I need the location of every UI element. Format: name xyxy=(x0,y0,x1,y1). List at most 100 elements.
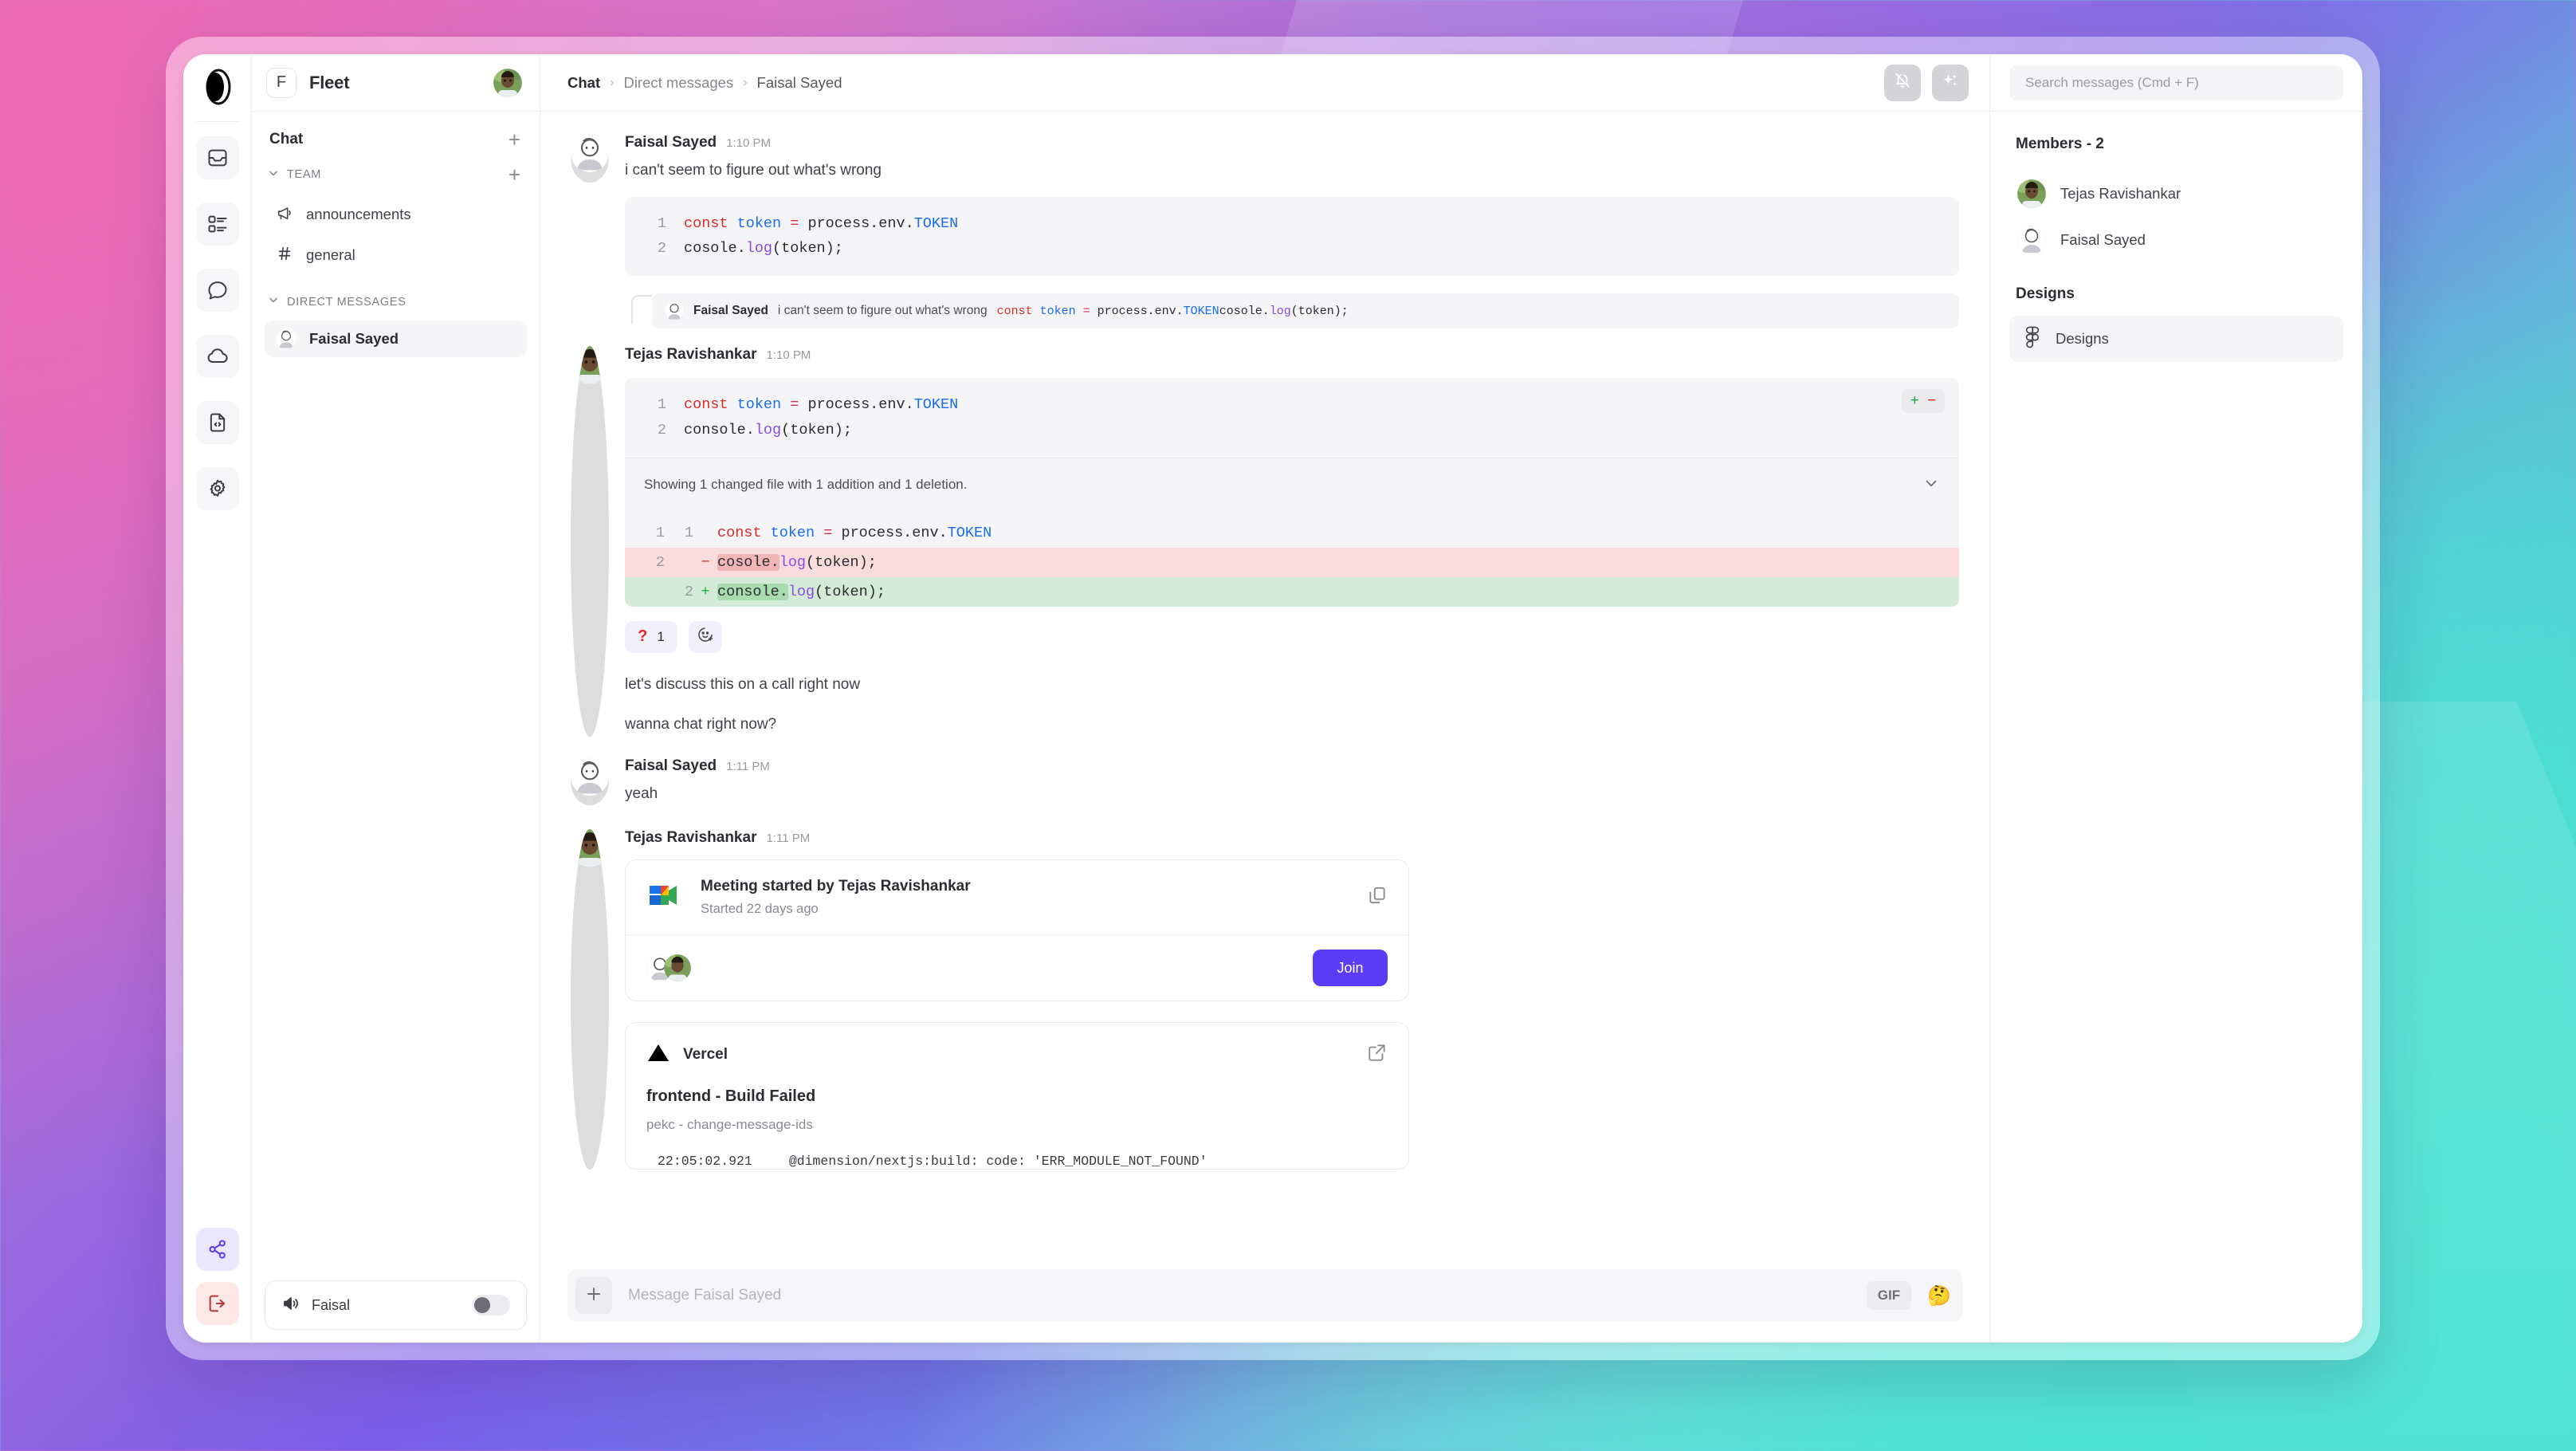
group-header-direct-messages[interactable]: DIRECT MESSAGES xyxy=(265,294,527,309)
code-block: 1 const token = process.env.TOKEN 2 coso… xyxy=(625,196,1959,277)
diff-summary-bar[interactable]: Showing 1 changed file with 1 addition a… xyxy=(625,457,1959,512)
chevron-down-icon[interactable] xyxy=(1922,474,1940,496)
message-text: let's discuss this on a call right now xyxy=(625,675,861,693)
participant-avatars xyxy=(646,954,1313,982)
message-list[interactable]: Faisal Sayed 1:10 PM i can't seem to fig… xyxy=(540,112,1989,1343)
add-channel-button[interactable]: + xyxy=(509,164,520,185)
message-author: Tejas Ravishankar xyxy=(625,829,757,847)
avatar xyxy=(664,954,691,982)
diff-sign: + xyxy=(701,583,710,600)
group-header-team[interactable]: TEAM + xyxy=(265,164,527,185)
quoted-code: const token = process.env.TOKENcosole.lo… xyxy=(996,304,1349,318)
avatar[interactable] xyxy=(571,757,609,806)
line-number: 2 xyxy=(657,421,666,438)
sidebar-body: Chat + TEAM + announcements general DIRE… xyxy=(252,112,540,1268)
sidebar-item-announcements[interactable]: announcements xyxy=(265,196,527,233)
vercel-card: Vercel frontend - Build Failed pekc - ch… xyxy=(625,1022,1409,1170)
rail-item-code[interactable] xyxy=(195,401,239,444)
voice-user-name: Faisal xyxy=(312,1296,351,1313)
code-content: cosole.log(token); xyxy=(684,240,843,258)
join-meeting-button[interactable]: Join xyxy=(1313,950,1388,987)
message-composer[interactable]: GIF 🤔 xyxy=(567,1269,1962,1322)
design-item[interactable]: Designs xyxy=(2009,316,2343,362)
rail-item-cloud[interactable] xyxy=(195,335,239,378)
external-link-icon[interactable] xyxy=(1367,1042,1388,1067)
message: Tejas Ravishankar 1:10 PM + − 1 const to… xyxy=(571,346,1959,737)
gif-button[interactable]: GIF xyxy=(1866,1281,1912,1310)
list-icon xyxy=(206,213,229,235)
group-label-direct-messages: DIRECT MESSAGES xyxy=(287,295,406,309)
code-line: 1 const token = process.env.TOKEN xyxy=(625,392,1959,418)
rail-item-chat[interactable] xyxy=(195,269,239,312)
search-input[interactable] xyxy=(2009,65,2343,100)
ai-assist-button[interactable] xyxy=(1932,64,1969,101)
code-line: 2 console.log(token); xyxy=(625,418,1959,443)
channel-sidebar: F Fleet Chat + TEAM + announcements gene… xyxy=(252,54,540,1343)
sidebar-item-faisal-sayed[interactable]: Faisal Sayed xyxy=(265,320,527,357)
chat-section-header: Chat + xyxy=(265,129,527,150)
breadcrumb-item-faisal-sayed[interactable]: Faisal Sayed xyxy=(757,74,842,92)
message-timestamp: 1:11 PM xyxy=(726,759,770,773)
workspace-initial-badge[interactable]: F xyxy=(266,67,296,98)
line-number: 2 xyxy=(657,240,666,258)
rail-item-tasks[interactable] xyxy=(195,203,239,246)
sidebar-item-general[interactable]: general xyxy=(265,237,527,273)
rail-item-inbox[interactable] xyxy=(195,136,239,179)
avatar[interactable] xyxy=(571,134,609,183)
current-user-avatar[interactable] xyxy=(493,68,522,97)
reply-connector xyxy=(625,293,652,328)
code-line: 1 const token = process.env.TOKEN xyxy=(625,211,1959,237)
code-content: cosole.log(token); xyxy=(717,553,877,571)
message-timestamp: 1:11 PM xyxy=(766,832,811,846)
workspace-name: Fleet xyxy=(309,72,350,92)
breadcrumb-item-chat[interactable]: Chat xyxy=(567,74,600,92)
line-number: 1 xyxy=(657,396,666,414)
meeting-subtitle: Started 22 days ago xyxy=(701,902,819,917)
quoted-message[interactable]: Faisal Sayed i can't seem to figure out … xyxy=(625,293,1959,329)
vercel-build-branch: pekc - change-message-ids xyxy=(646,1117,813,1133)
attach-button[interactable] xyxy=(575,1277,612,1314)
avatar[interactable] xyxy=(571,346,609,737)
copy-icon[interactable] xyxy=(1367,885,1388,910)
diff-toggle-button[interactable]: + − xyxy=(1902,389,1945,414)
diff-old-line: 2 xyxy=(655,553,665,571)
gear-icon xyxy=(206,478,229,500)
log-text: @dimension/nextjs:build: code: 'ERR_MODU… xyxy=(788,1154,1208,1170)
message-timestamp: 1:10 PM xyxy=(726,136,771,150)
fleet-logo-icon[interactable] xyxy=(196,65,239,108)
message-input[interactable] xyxy=(618,1287,1860,1304)
code-content: const token = process.env.TOKEN xyxy=(717,524,992,541)
voice-mute-toggle[interactable] xyxy=(472,1295,510,1315)
rail-item-settings[interactable] xyxy=(195,467,239,510)
chevron-down-icon xyxy=(268,167,279,183)
logout-icon xyxy=(206,1292,229,1315)
quoted-text: i can't seem to figure out what's wrong xyxy=(777,304,988,318)
plus-icon xyxy=(584,1284,603,1307)
breadcrumb-item-direct-messages[interactable]: Direct messages xyxy=(623,74,733,92)
cloud-icon xyxy=(206,345,229,368)
main-body: Faisal Sayed 1:10 PM i can't seem to fig… xyxy=(540,112,2362,1343)
add-reaction-button[interactable] xyxy=(689,620,722,653)
sidebar-footer: Faisal xyxy=(252,1268,540,1343)
vercel-icon xyxy=(646,1042,670,1067)
emoji-picker-button[interactable]: 🤔 xyxy=(1927,1284,1951,1307)
avatar xyxy=(2017,226,2046,254)
reaction-pill[interactable]: ? 1 xyxy=(625,620,677,653)
voice-status-bar[interactable]: Faisal xyxy=(265,1280,527,1330)
code-file-icon xyxy=(206,411,229,434)
plus-icon: + xyxy=(1910,392,1919,411)
member-row[interactable]: Tejas Ravishankar xyxy=(2009,171,2343,217)
add-chat-button[interactable]: + xyxy=(509,129,520,150)
avatar xyxy=(665,301,684,321)
code-content: console.log(token); xyxy=(684,421,852,438)
sidebar-item-label: Faisal Sayed xyxy=(309,330,399,347)
main-header: Chat › Direct messages › Faisal Sayed xyxy=(540,54,2362,112)
avatar[interactable] xyxy=(571,829,609,1170)
rail-item-logout[interactable] xyxy=(195,1282,239,1325)
rail-item-share[interactable] xyxy=(195,1228,239,1271)
mute-notifications-button[interactable] xyxy=(1884,64,1921,101)
member-row[interactable]: Faisal Sayed xyxy=(2009,217,2343,263)
diff-row: 1 1 const token = process.env.TOKEN xyxy=(625,518,1959,548)
sidebar-item-label: announcements xyxy=(306,206,411,222)
hash-icon xyxy=(276,245,293,266)
